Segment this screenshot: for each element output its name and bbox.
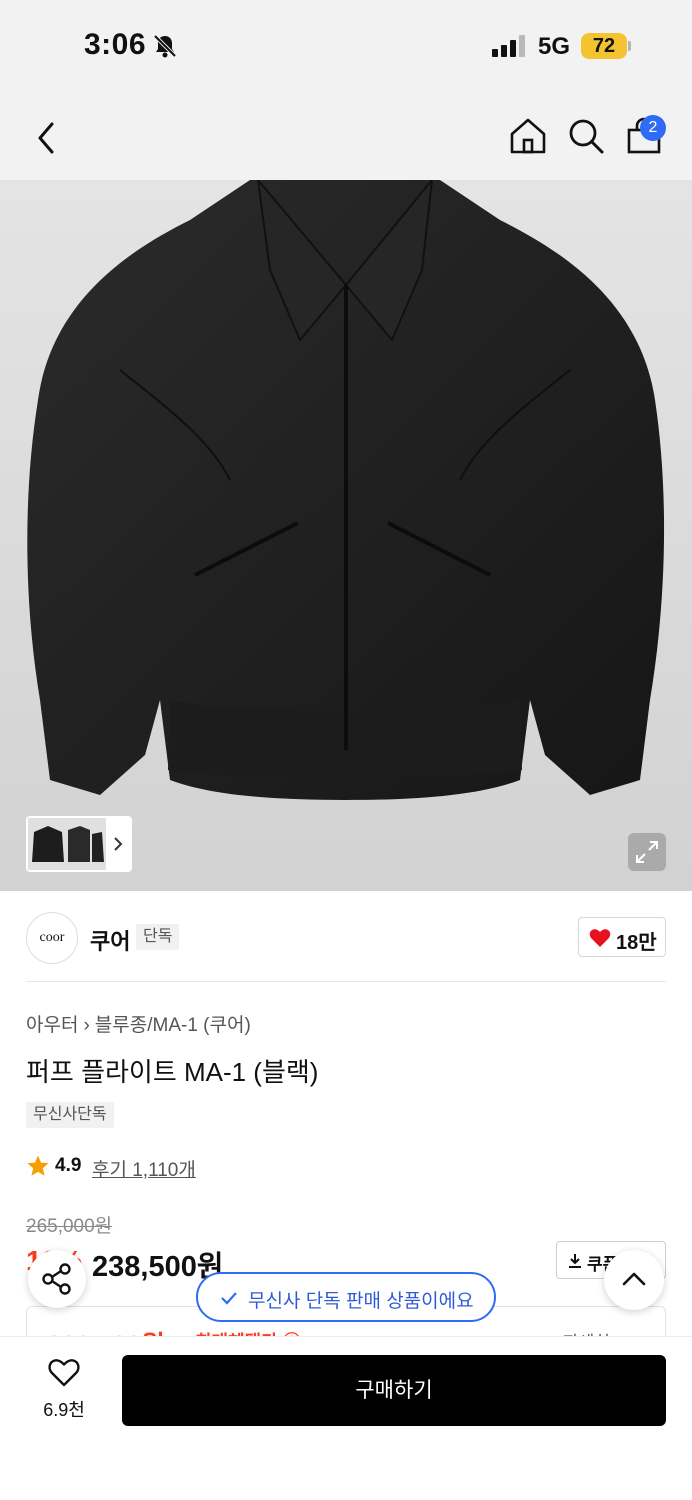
thumbnail-image[interactable] (28, 818, 106, 870)
section-divider (26, 981, 666, 982)
brand-like-button[interactable]: 18만 (578, 917, 666, 957)
buy-button[interactable]: 구매하기 (122, 1355, 666, 1426)
chevron-right-icon (114, 837, 123, 851)
brand-name[interactable]: 쿠어 (90, 924, 130, 956)
original-price: 265,000원 (26, 1216, 113, 1237)
breadcrumb-item-outer[interactable]: 아우터 (26, 1015, 78, 1036)
status-time: 3:06 (84, 28, 147, 61)
chevron-up-icon (622, 1272, 646, 1286)
breadcrumb-separator: › (83, 1015, 90, 1036)
search-icon[interactable] (566, 116, 606, 156)
share-icon (42, 1263, 71, 1295)
scroll-to-top-button[interactable] (604, 1250, 664, 1310)
breadcrumb: 아우터 › 블루종/MA-1 (쿠어) (26, 1010, 251, 1037)
download-icon (569, 1254, 581, 1268)
star-icon (27, 1155, 49, 1176)
expand-image-button[interactable] (628, 833, 666, 871)
product-title: 퍼프 플라이트 MA-1 (블랙) (26, 1057, 319, 1087)
battery-tip (628, 41, 631, 51)
wishlist-count: 6.9천 (43, 1400, 85, 1420)
jacket-photo (0, 180, 692, 891)
product-page: 3:06 5G 72 2 coor 쿠어 단독 18만 아우터 › 블루종/MA… (0, 0, 692, 1500)
breadcrumb-item-category[interactable]: 블루종/MA-1 (쿠어) (95, 1015, 251, 1036)
back-icon[interactable] (28, 116, 68, 160)
brand-logo[interactable]: coor (26, 912, 78, 964)
image-thumbnails[interactable] (26, 816, 132, 872)
share-button[interactable] (28, 1250, 86, 1308)
musinsa-exclusive-tag: 무신사단독 (26, 1102, 114, 1128)
check-icon (221, 1292, 237, 1305)
status-bar: 3:06 5G 72 (0, 0, 692, 96)
review-count-link[interactable]: 후기 1,110개 (92, 1155, 196, 1182)
heart-outline-icon (48, 1359, 80, 1387)
rating-value: 4.9 (55, 1155, 82, 1176)
brand-exclusive-tag: 단독 (136, 924, 180, 950)
battery-indicator: 72 (581, 33, 627, 59)
home-icon[interactable] (508, 116, 548, 156)
signal-icon (492, 35, 525, 57)
product-image[interactable] (0, 180, 692, 891)
expand-icon (636, 841, 658, 863)
brand-like-count: 18만 (616, 932, 657, 954)
nav-bar (0, 96, 692, 180)
network-label: 5G (538, 33, 571, 60)
cart-count-badge: 2 (640, 115, 666, 141)
wishlist-button[interactable]: 6.9천 (30, 1356, 98, 1428)
heart-filled-icon (589, 929, 611, 947)
toast-message: 무신사 단독 판매 상품이에요 (248, 1291, 474, 1312)
exclusive-toast: 무신사 단독 판매 상품이에요 (196, 1272, 496, 1322)
bell-off-icon (153, 34, 177, 58)
